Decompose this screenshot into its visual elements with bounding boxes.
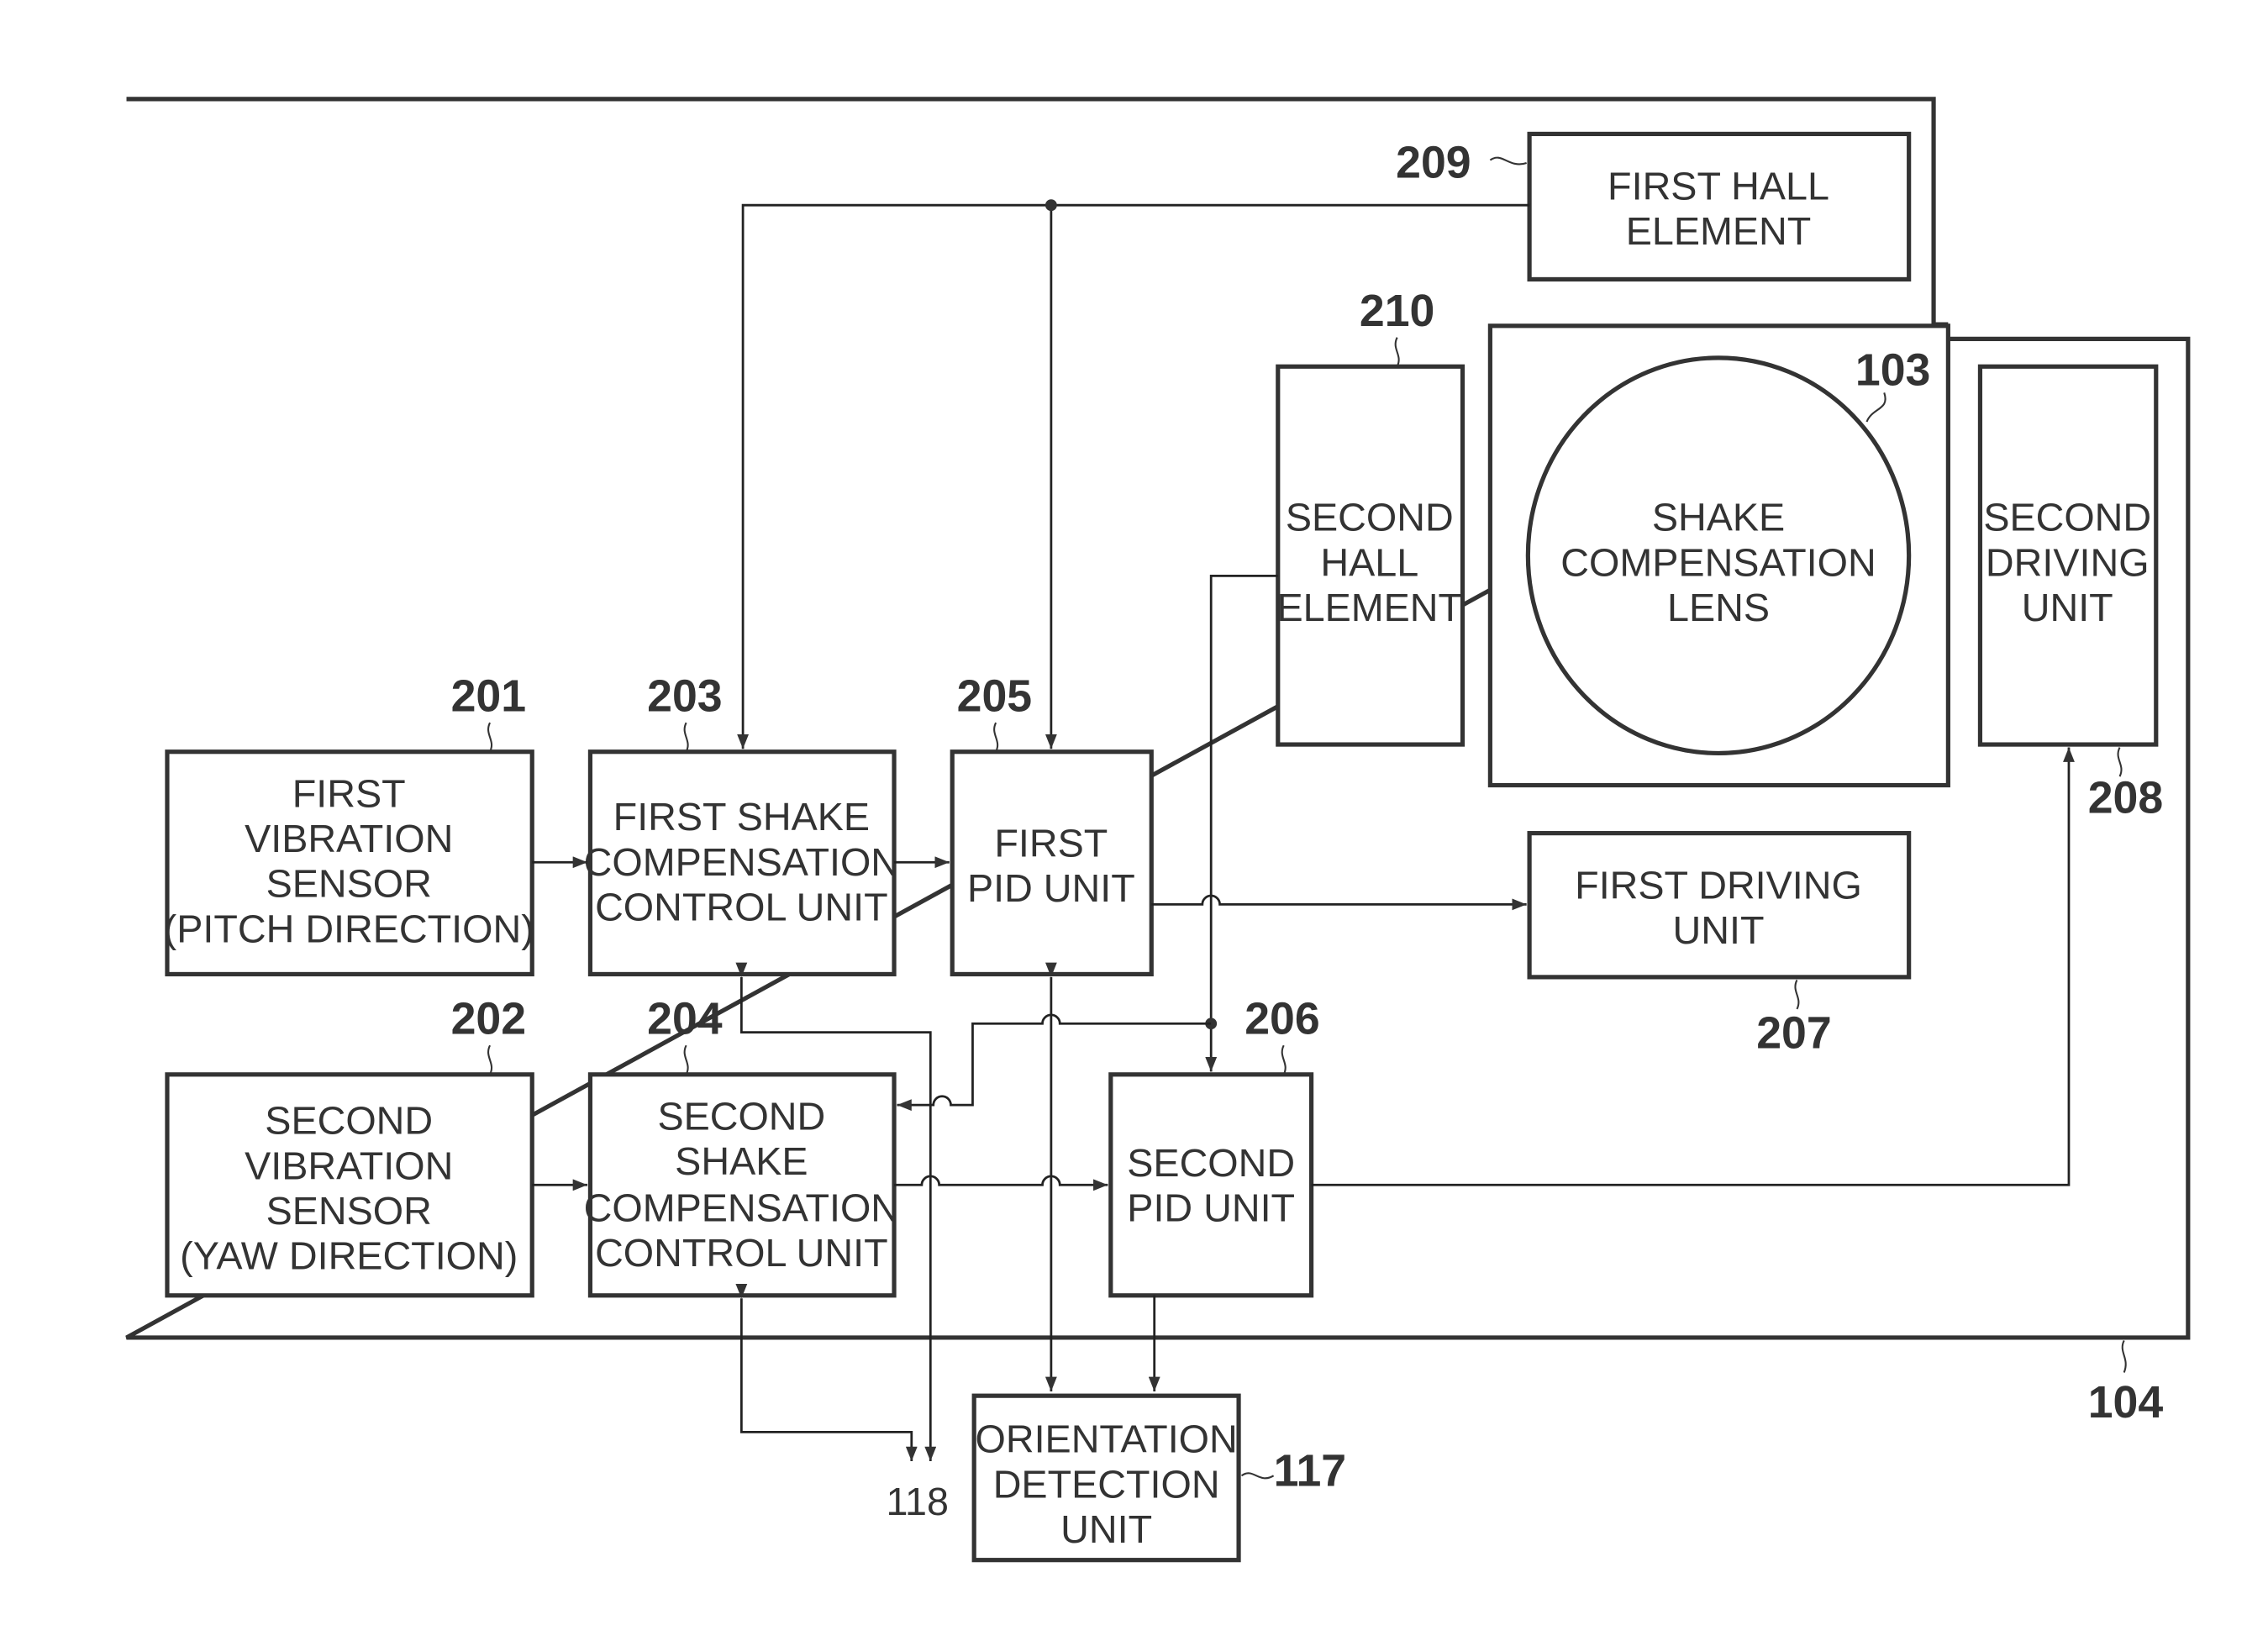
leader-203 xyxy=(683,722,689,753)
first-shake-label-3: CONTROL UNIT xyxy=(595,885,888,928)
leader-201 xyxy=(487,722,493,753)
leader-204 xyxy=(683,1044,689,1075)
ref-208: 208 xyxy=(2088,772,2163,823)
first-hall-label-1: FIRST HALL xyxy=(1608,164,1829,208)
first-vibration-label-1: FIRST xyxy=(292,771,406,815)
ref-209: 209 xyxy=(1396,137,1471,187)
ref-117: 117 xyxy=(1274,1445,1347,1496)
leader-117 xyxy=(1240,1472,1275,1480)
first-driving-label-1: FIRST DRIVING xyxy=(1575,863,1862,907)
ref-205: 205 xyxy=(957,670,1032,721)
wire-204-to-118 xyxy=(735,1283,918,1462)
wire-205-to-first-driving xyxy=(1151,894,1527,911)
wire-204-to-206 xyxy=(894,1175,1108,1191)
ref-201: 201 xyxy=(451,670,526,721)
first-pid-label-2: PID UNIT xyxy=(967,866,1135,910)
second-shake-label-2: SHAKE xyxy=(675,1139,808,1183)
first-hall-label-2: ELEMENT xyxy=(1626,209,1812,253)
first-shake-label-2: COMPENSATION xyxy=(584,840,899,884)
leader-210 xyxy=(1394,337,1400,367)
orientation-label-2: DETECTION xyxy=(993,1462,1220,1506)
leader-209 xyxy=(1489,156,1527,166)
second-shake-label-1: SECOND xyxy=(657,1095,825,1139)
block-diagram: SHAKE COMPENSATION LENS 103 FIRST HALL E… xyxy=(125,97,2191,1563)
ref-202: 202 xyxy=(451,993,526,1044)
leader-207 xyxy=(1794,979,1800,1010)
svg-text:SHAKE: SHAKE xyxy=(1652,496,1785,539)
second-pid-label-1: SECOND xyxy=(1127,1141,1295,1185)
orientation-label-3: UNIT xyxy=(1060,1507,1152,1551)
first-vibration-label-2: VIBRATION xyxy=(245,817,453,860)
second-hall-label-2: HALL xyxy=(1320,540,1418,584)
first-vibration-label-4: (PITCH DIRECTION) xyxy=(164,907,534,950)
second-vibration-label-1: SECOND xyxy=(265,1099,433,1143)
svg-text:COMPENSATION: COMPENSATION xyxy=(1560,540,1876,584)
first-shake-label-1: FIRST SHAKE xyxy=(613,795,870,839)
ref-207: 207 xyxy=(1756,1008,1831,1059)
second-hall-label-3: ELEMENT xyxy=(1276,586,1462,629)
second-driving-label-2: DRIVING xyxy=(1986,540,2150,584)
leader-206 xyxy=(1281,1044,1287,1075)
second-driving-label-3: UNIT xyxy=(2022,586,2113,629)
leader-202 xyxy=(487,1044,493,1075)
ref-206: 206 xyxy=(1245,993,1319,1044)
svg-text:LENS: LENS xyxy=(1667,586,1770,629)
first-pid-label-1: FIRST xyxy=(994,821,1108,865)
second-vibration-label-3: SENSOR xyxy=(266,1189,432,1233)
second-vibration-label-4: (YAW DIRECTION) xyxy=(180,1234,518,1278)
second-pid-unit-block xyxy=(1108,1072,1314,1298)
second-vibration-label-2: VIBRATION xyxy=(245,1144,453,1187)
second-hall-label-1: SECOND xyxy=(1286,496,1454,539)
ref-204: 204 xyxy=(647,993,723,1044)
ref-104: 104 xyxy=(2088,1377,2164,1428)
second-pid-label-2: PID UNIT xyxy=(1127,1186,1295,1230)
leader-104 xyxy=(2121,1339,2127,1373)
ref-118: 118 xyxy=(886,1480,948,1523)
first-vibration-label-3: SENSOR xyxy=(266,862,432,906)
second-shake-label-4: CONTROL UNIT xyxy=(595,1231,888,1275)
junction-dot-first-hall xyxy=(1045,199,1057,212)
ref-103: 103 xyxy=(1855,345,1930,396)
leader-205 xyxy=(993,722,999,753)
ref-210: 210 xyxy=(1360,286,1434,336)
orientation-label-1: ORIENTATION xyxy=(976,1417,1238,1461)
second-driving-label-1: SECOND xyxy=(1983,496,2151,539)
first-driving-label-2: UNIT xyxy=(1673,908,1765,952)
ref-203: 203 xyxy=(647,670,722,721)
second-shake-label-3: COMPENSATION xyxy=(584,1186,899,1230)
